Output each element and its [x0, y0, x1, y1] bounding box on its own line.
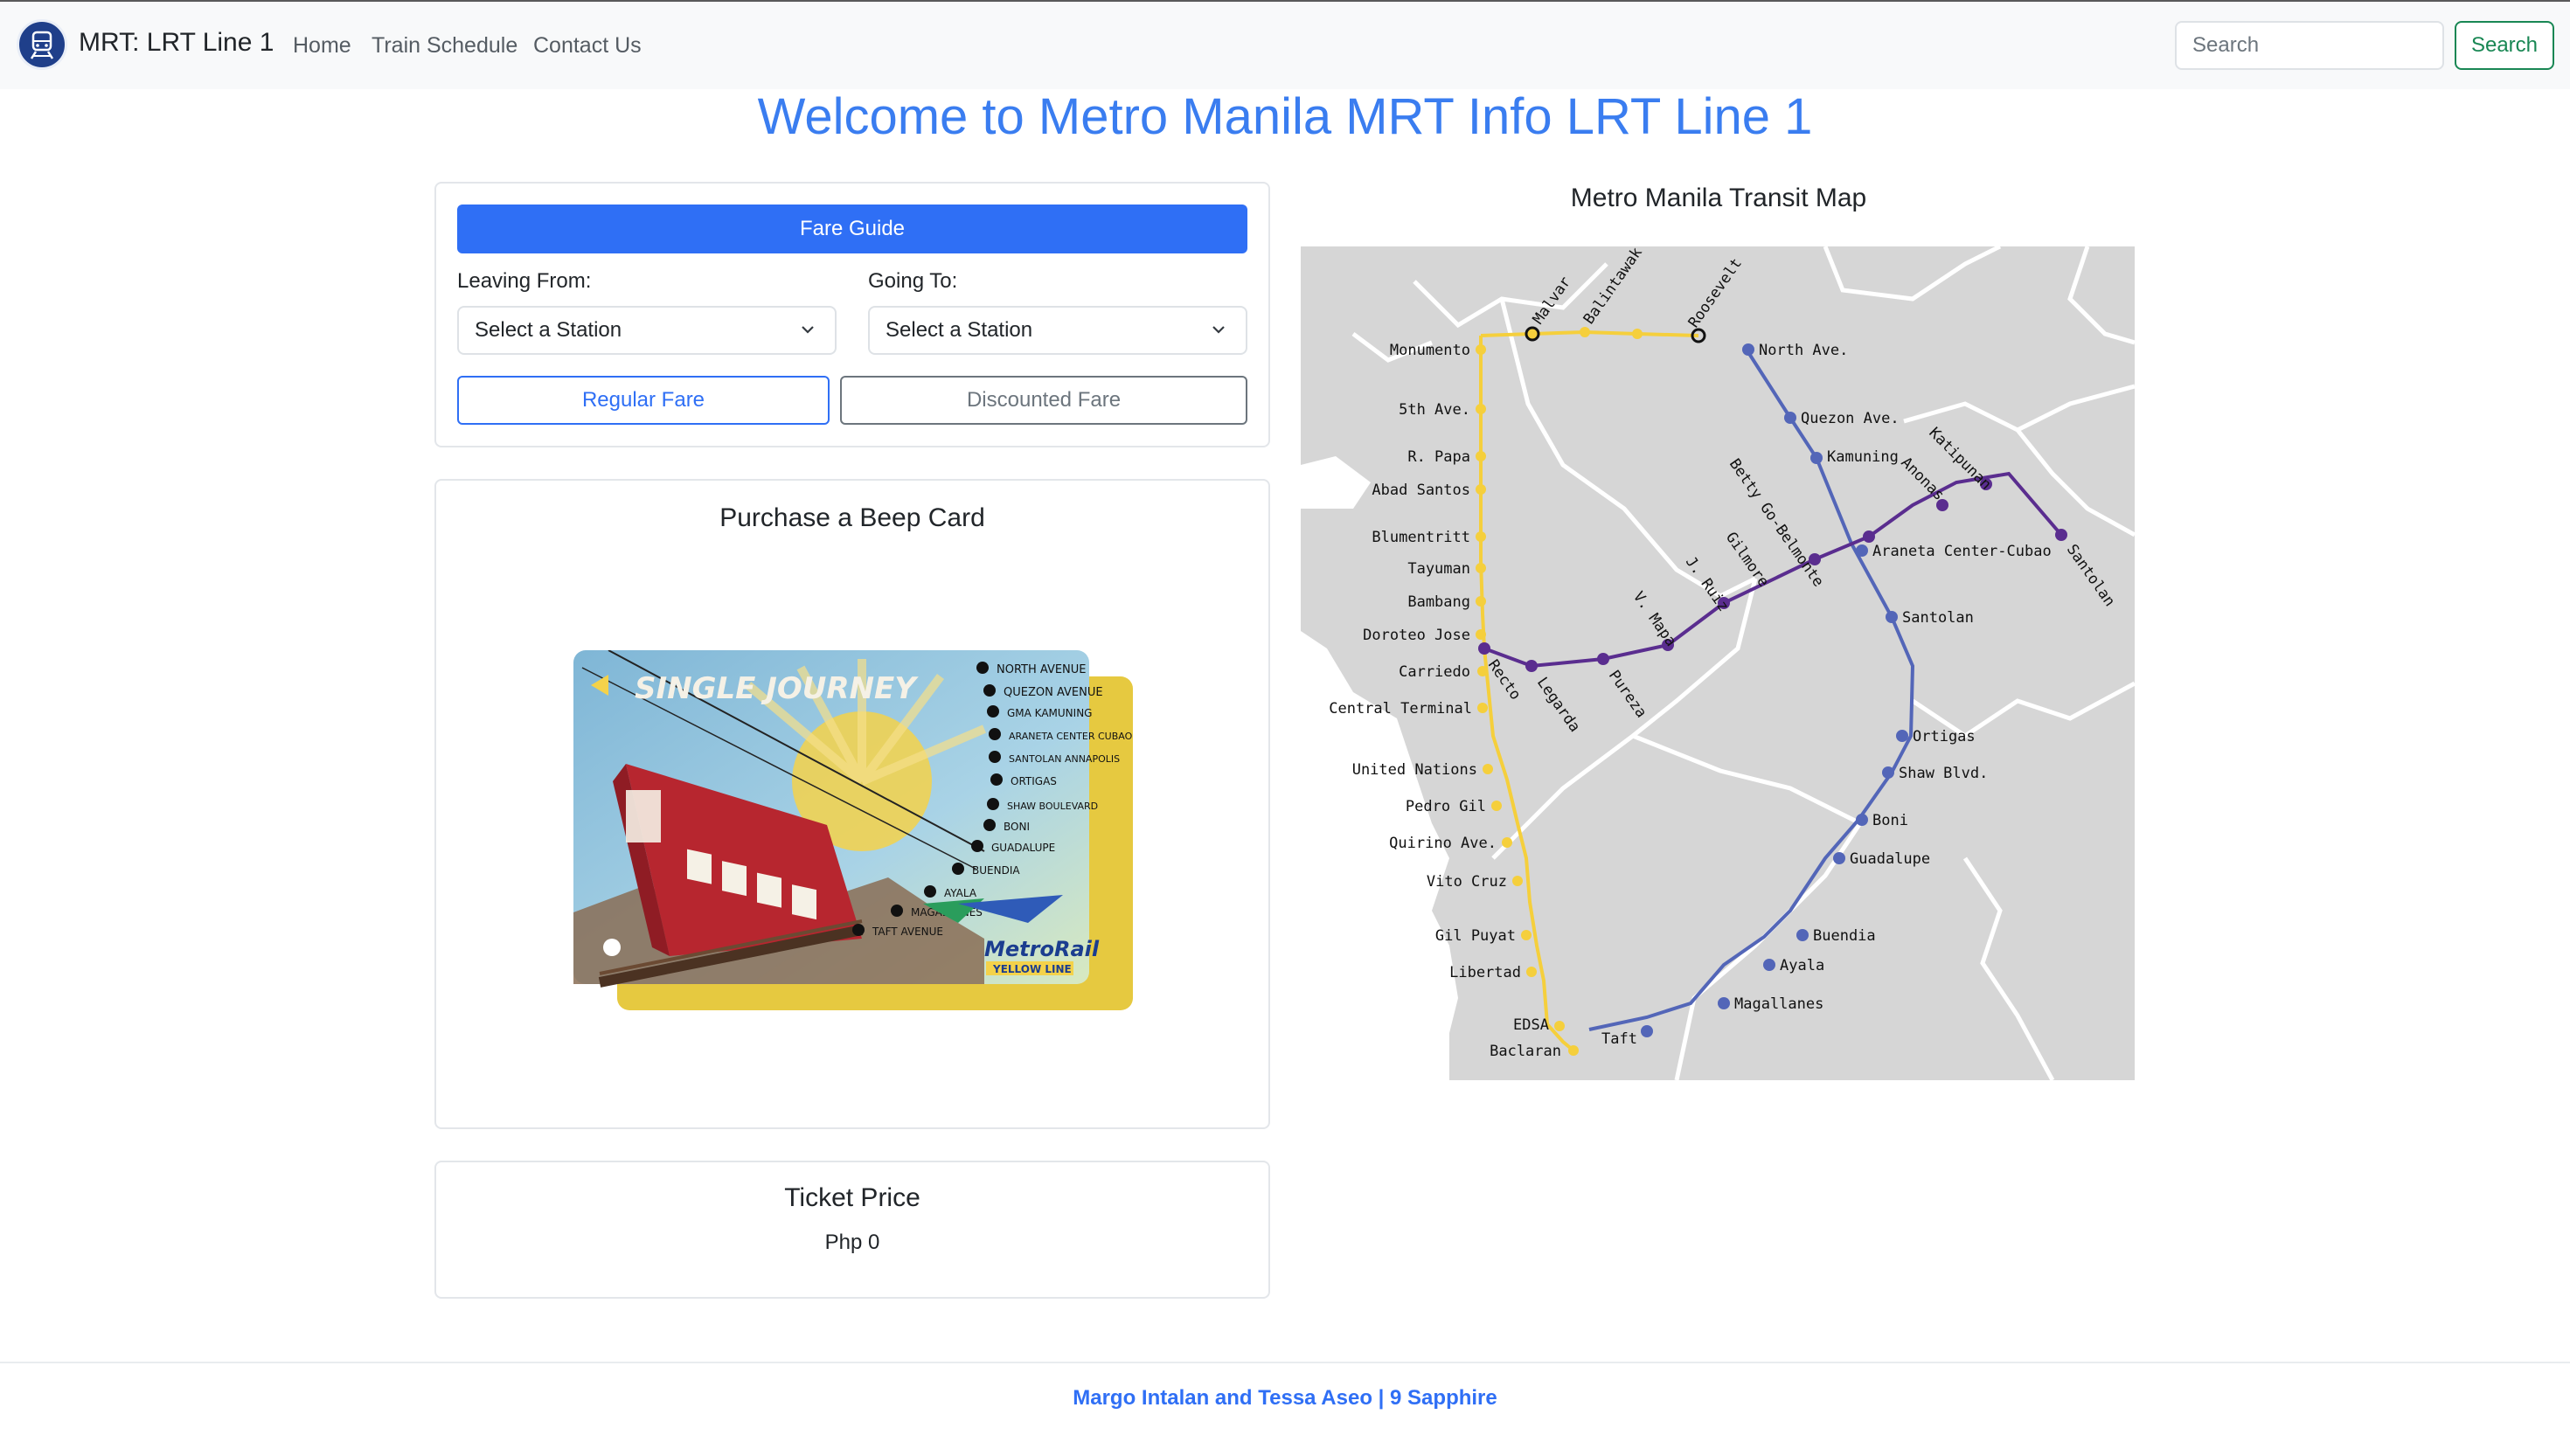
ticket-price-value: Php 0 [824, 1231, 880, 1254]
svg-text:GMA KAMUNING: GMA KAMUNING [1007, 707, 1092, 719]
svg-text:North Ave.: North Ave. [1759, 342, 1848, 359]
svg-text:ORTIGAS: ORTIGAS [1011, 775, 1057, 787]
svg-text:Shaw Blvd.: Shaw Blvd. [1899, 765, 1988, 782]
svg-text:BUENDIA: BUENDIA [972, 864, 1020, 877]
svg-text:TAFT AVENUE: TAFT AVENUE [872, 926, 943, 938]
svg-text:Araneta Center-Cubao: Araneta Center-Cubao [1872, 543, 2052, 560]
map-title: Metro Manila Transit Map [1570, 184, 1867, 212]
svg-text:Tayuman: Tayuman [1407, 560, 1470, 578]
svg-text:Monumento: Monumento [1390, 342, 1470, 359]
svg-text:Ortigas: Ortigas [1913, 728, 1976, 745]
svg-text:Doroteo Jose: Doroteo Jose [1363, 627, 1470, 644]
svg-text:NORTH AVENUE: NORTH AVENUE [997, 663, 1087, 676]
svg-text:R. Papa: R. Papa [1407, 448, 1470, 466]
nav-link-contact-us[interactable]: Contact Us [533, 33, 642, 59]
svg-text:5th Ave.: 5th Ave. [1399, 401, 1470, 419]
svg-text:GUADALUPE: GUADALUPE [991, 842, 1055, 854]
beep-card-image: SINGLE JOURNEY NORTH AVENUE QUEZON AVENU… [573, 650, 1133, 1010]
svg-text:Baclaran: Baclaran [1490, 1043, 1561, 1060]
card-brand: MetroRail [984, 937, 1100, 961]
chevron-down-icon [802, 326, 814, 334]
card-title: SINGLE JOURNEY [635, 671, 919, 706]
svg-text:Quezon Ave.: Quezon Ave. [1801, 410, 1900, 427]
search-button[interactable]: Search [2455, 21, 2554, 70]
footer-divider [0, 1362, 2570, 1363]
svg-text:Taft: Taft [1601, 1030, 1637, 1048]
svg-text:Magallanes: Magallanes [1734, 995, 1823, 1013]
page-title: Welcome to Metro Manila MRT Info LRT Lin… [757, 88, 1813, 145]
brand-title[interactable]: MRT: LRT Line 1 [79, 28, 274, 58]
going-to-label: Going To: [868, 269, 958, 293]
svg-text:Abad Santos: Abad Santos [1372, 482, 1470, 499]
leaving-from-label: Leaving From: [457, 269, 592, 293]
svg-text:Ayala: Ayala [1780, 957, 1824, 974]
svg-text:BONI: BONI [1004, 821, 1030, 833]
going-to-select[interactable]: Select a Station [868, 306, 1247, 355]
svg-text:Pedro Gil: Pedro Gil [1406, 798, 1486, 815]
svg-text:Santolan: Santolan [1902, 609, 1974, 627]
ticket-price-card: Ticket Price Php 0 [434, 1161, 1270, 1299]
svg-text:Bambang: Bambang [1407, 593, 1470, 611]
ticket-price-heading: Ticket Price [784, 1183, 920, 1212]
svg-text:Central Terminal: Central Terminal [1329, 700, 1472, 718]
nav-link-train-schedule[interactable]: Train Schedule [372, 33, 517, 59]
svg-text:United Nations: United Nations [1352, 761, 1477, 779]
svg-text:Quirino Ave.: Quirino Ave. [1389, 835, 1497, 852]
svg-text:SHAW BOULEVARD: SHAW BOULEVARD [1007, 801, 1098, 812]
svg-text:Buendia: Buendia [1813, 927, 1876, 945]
regular-fare-button[interactable]: Regular Fare [457, 376, 830, 425]
svg-text:SANTOLAN ANNAPOLIS: SANTOLAN ANNAPOLIS [1009, 753, 1120, 765]
discounted-fare-button[interactable]: Discounted Fare [840, 376, 1247, 425]
beep-card-heading: Purchase a Beep Card [719, 503, 985, 532]
svg-text:Guadalupe: Guadalupe [1850, 850, 1930, 868]
leaving-from-value: Select a Station [475, 318, 622, 342]
beep-card-panel: Purchase a Beep Card SINGLE JOURNEY NORT… [434, 479, 1270, 1129]
svg-text:Kamuning: Kamuning [1827, 448, 1899, 466]
svg-text:Gil Puyat: Gil Puyat [1435, 927, 1516, 945]
chevron-down-icon [1212, 326, 1225, 334]
svg-text:Boni: Boni [1872, 812, 1908, 829]
svg-text:Blumentritt: Blumentritt [1372, 529, 1470, 546]
brand-logo-icon[interactable] [17, 19, 67, 70]
svg-text:ARANETA CENTER CUBAO: ARANETA CENTER CUBAO [1009, 731, 1133, 742]
fare-guide-button[interactable]: Fare Guide [457, 205, 1247, 253]
svg-text:QUEZON AVENUE: QUEZON AVENUE [1004, 686, 1103, 699]
svg-text:Libertad: Libertad [1449, 964, 1521, 981]
svg-text:Carriedo: Carriedo [1399, 663, 1470, 681]
nav-link-home[interactable]: Home [293, 33, 351, 59]
fare-guide-card: Fare Guide Leaving From: Going To: Selec… [434, 182, 1270, 447]
leaving-from-select[interactable]: Select a Station [457, 306, 837, 355]
svg-text:EDSA: EDSA [1513, 1016, 1549, 1034]
going-to-value: Select a Station [886, 318, 1033, 342]
card-line: YELLOW LINE [992, 963, 1072, 975]
svg-text:Vito Cruz: Vito Cruz [1427, 873, 1507, 891]
footer-credits: Margo Intalan and Tessa Aseo | 9 Sapphir… [1073, 1386, 1497, 1410]
navbar: MRT: LRT Line 1 Home Train Schedule Cont… [0, 2, 2570, 89]
search-input[interactable] [2175, 21, 2444, 70]
transit-map: Monumento 5th Ave. R. Papa Abad Santos B… [1301, 246, 2135, 1080]
svg-text:AYALA: AYALA [944, 887, 977, 899]
